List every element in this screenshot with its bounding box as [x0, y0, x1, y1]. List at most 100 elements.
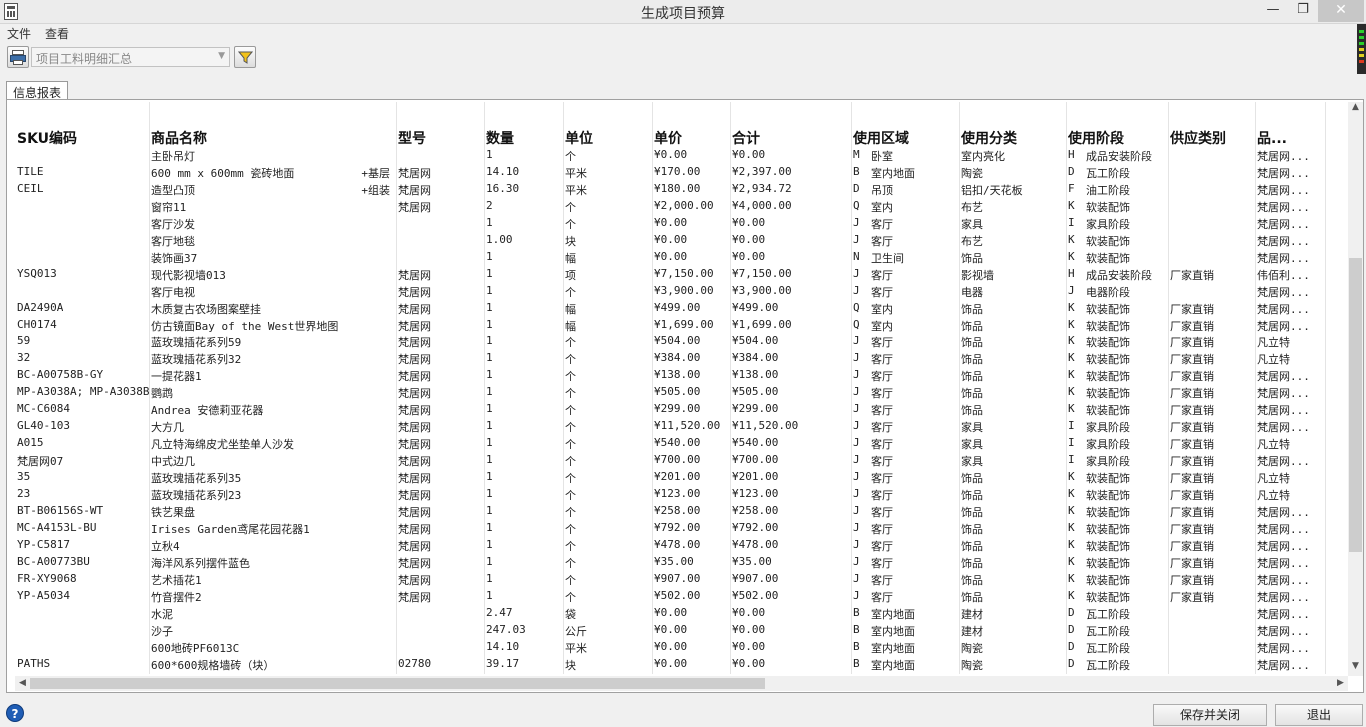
- table-row[interactable]: A015 凡立特海绵皮尤坐垫单人沙发 梵居网 1 个 ¥540.00 ¥540.00 J 客厅 家…: [15, 435, 1346, 452]
- column-header[interactable]: 单位: [565, 128, 593, 148]
- table-cell: 家具阶段: [1086, 438, 1130, 452]
- scroll-left-icon[interactable]: ◀: [15, 676, 30, 691]
- column-header[interactable]: 数量: [486, 128, 514, 148]
- table-cell: 39.17: [486, 656, 520, 670]
- table-row[interactable]: GL40-103 大方几 梵居网 1 个 ¥11,520.00 ¥11,520.00 J 客厅 家…: [15, 418, 1346, 435]
- table-row[interactable]: 装饰画37 1 幅 ¥0.00 ¥0.00 N 卫生间 饰品 K 软装配饰 梵居网...: [15, 249, 1346, 266]
- table-row[interactable]: YP-C5817 立秋4 梵居网 1 个 ¥478.00 ¥478.00 J 客厅 饰品 K 软装配饰…: [15, 537, 1346, 554]
- column-header[interactable]: 使用区域: [853, 128, 909, 148]
- column-header[interactable]: SKU编码: [17, 128, 77, 148]
- vertical-scrollbar[interactable]: ▲ ▼: [1348, 102, 1363, 676]
- print-button[interactable]: [7, 46, 29, 68]
- table-cell: 个: [565, 505, 576, 519]
- table-cell: ¥540.00: [654, 436, 701, 450]
- table-row[interactable]: DA2490A 木质复古农场图案壁挂 梵居网 1 幅 ¥499.00 ¥499.00 Q 室内 饰…: [15, 300, 1346, 317]
- table-row[interactable]: 35 蓝玫瑰插花系列35 梵居网 1 个 ¥201.00 ¥201.00 J 客厅 饰品 K 软装配饰…: [15, 469, 1346, 486]
- table-row[interactable]: CEIL 造型凸顶 +组装 梵居网 16.30 平米 ¥180.00 ¥2,934.72 D 吊顶…: [15, 181, 1346, 198]
- horizontal-scroll-thumb[interactable]: [30, 678, 765, 689]
- table-row[interactable]: 600地砖PF6013C 14.10 平米 ¥0.00 ¥0.00 B 室内地面 陶瓷 D 瓦工阶…: [15, 639, 1346, 656]
- scroll-down-icon[interactable]: ▼: [1348, 661, 1363, 676]
- table-cell: 凡立特: [1257, 489, 1290, 502]
- table-row[interactable]: 沙子 247.03 公斤 ¥0.00 ¥0.00 B 室内地面 建材 D 瓦工阶段 梵居网...: [15, 622, 1346, 639]
- table-cell: ¥540.00: [732, 436, 779, 450]
- table-row[interactable]: 32 蓝玫瑰插花系列32 梵居网 1 个 ¥384.00 ¥384.00 J 客厅 饰品 K 软装配饰…: [15, 350, 1346, 367]
- table-row[interactable]: YSQ013 现代影视墙013 梵居网 1 项 ¥7,150.00 ¥7,150.00 J 客厅…: [15, 266, 1346, 283]
- table-cell: Q: [853, 198, 860, 212]
- table-cell: ¥299.00: [732, 402, 779, 416]
- table-cell: 1.00: [486, 232, 513, 246]
- table-row[interactable]: 水泥 2.47 袋 ¥0.00 ¥0.00 B 室内地面 建材 D 瓦工阶段 梵居网...: [15, 605, 1346, 622]
- table-cell: 海洋风系列摆件蓝色: [151, 556, 250, 570]
- table-cell: 个: [565, 285, 576, 299]
- table-row[interactable]: 窗帘11 梵居网 2 个 ¥2,000.00 ¥4,000.00 Q 室内 布艺 K 软装配饰 梵居网…: [15, 198, 1346, 215]
- minimize-button[interactable]: —: [1258, 0, 1288, 22]
- table-cell: 软装配饰: [1086, 573, 1130, 587]
- column-header[interactable]: 型号: [398, 128, 426, 148]
- report-type-select[interactable]: 项目工料明细汇总 ▼: [31, 47, 230, 67]
- table-row[interactable]: PATHS 600*600规格墙砖（块） 02780 39.17 块 ¥0.00 ¥0.00…: [15, 656, 1346, 673]
- table-row[interactable]: TILE 600 mm x 600mm 瓷砖地面 +基层 梵居网 14.10 平米 ¥170…: [15, 164, 1346, 181]
- table-cell: 梵居网...: [1257, 285, 1310, 299]
- title-bar: 生成项目预算 — ❐ ✕: [0, 0, 1366, 24]
- column-header[interactable]: 使用阶段: [1068, 128, 1124, 148]
- table-cell: I: [1068, 419, 1075, 433]
- table-cell: ¥700.00: [654, 453, 701, 467]
- table-cell: 600地砖PF6013C: [151, 641, 240, 655]
- scroll-up-icon[interactable]: ▲: [1348, 102, 1363, 117]
- tab-info-report[interactable]: 信息报表: [6, 81, 69, 100]
- table-cell: J: [853, 503, 860, 517]
- table-row[interactable]: YP-A5034 竹音摆件2 梵居网 1 个 ¥502.00 ¥502.00 J 客厅 饰品 K 软装…: [15, 588, 1346, 605]
- table-cell: ¥0.00: [654, 232, 688, 246]
- vertical-scroll-thumb[interactable]: [1349, 258, 1362, 552]
- table-cell: 瓦工阶段: [1086, 607, 1130, 621]
- table-cell: 梵居网: [398, 268, 431, 282]
- table-row[interactable]: MP-A3038A; MP-A3038B 鹦鹉 梵居网 1 个 ¥505.00 ¥505.0…: [15, 384, 1346, 401]
- table-row[interactable]: 59 蓝玫瑰插花系列59 梵居网 1 个 ¥504.00 ¥504.00 J 客厅 饰品 K 软装配饰…: [15, 333, 1346, 350]
- table-cell: 梵居网...: [1257, 556, 1310, 570]
- table-cell: 袋: [565, 607, 576, 621]
- table-cell: 瓦工阶段: [1086, 658, 1130, 672]
- table-cell: 软装配饰: [1086, 387, 1130, 401]
- table-row[interactable]: 客厅电视 梵居网 1 个 ¥3,900.00 ¥3,900.00 J 客厅 电器 J 电器阶段 梵居网…: [15, 283, 1346, 300]
- table-row[interactable]: BC-A00773BU 海洋风系列摆件蓝色 梵居网 1 个 ¥35.00 ¥35.00 J 客厅…: [15, 554, 1346, 571]
- table-row[interactable]: 客厅地毯 1.00 块 ¥0.00 ¥0.00 J 客厅 布艺 K 软装配饰 梵居网...: [15, 232, 1346, 249]
- exit-button[interactable]: 退出: [1275, 704, 1363, 726]
- close-button[interactable]: ✕: [1318, 0, 1364, 22]
- table-cell: 软装配饰: [1086, 489, 1130, 502]
- restore-button[interactable]: ❐: [1288, 0, 1318, 22]
- column-header[interactable]: 品...: [1257, 128, 1287, 148]
- table-cell: ¥478.00: [654, 537, 701, 551]
- table-row[interactable]: 客厅沙发 1 个 ¥0.00 ¥0.00 J 客厅 家具 I 家具阶段 梵居网...: [15, 215, 1346, 232]
- table-cell: 梵居网...: [1257, 387, 1310, 401]
- table-row[interactable]: BT-B06156S-WT 铁艺果盘 梵居网 1 个 ¥258.00 ¥258.00 J 客厅 饰…: [15, 503, 1346, 520]
- table-row[interactable]: BC-A00758B-GY 一提花器1 梵居网 1 个 ¥138.00 ¥138.00 J 客厅…: [15, 367, 1346, 384]
- menu-view[interactable]: 查看: [45, 25, 69, 42]
- scroll-right-icon[interactable]: ▶: [1333, 676, 1348, 691]
- filter-button[interactable]: [234, 46, 256, 68]
- column-header[interactable]: 使用分类: [961, 128, 1017, 148]
- table-cell: ¥138.00: [732, 368, 779, 382]
- table-cell: 2: [486, 198, 493, 212]
- column-header[interactable]: 单价: [654, 128, 682, 148]
- table-cell: 饰品: [961, 472, 983, 486]
- window-title: 生成项目预算: [641, 6, 725, 22]
- column-header[interactable]: 供应类别: [1170, 128, 1226, 148]
- menu-file[interactable]: 文件: [7, 25, 31, 42]
- help-button[interactable]: ?: [6, 704, 24, 722]
- table-row[interactable]: 23 蓝玫瑰插花系列23 梵居网 1 个 ¥123.00 ¥123.00 J 客厅 饰品 K 软装配饰…: [15, 486, 1346, 503]
- table-cell: 陶瓷: [961, 166, 983, 180]
- table-cell: 厂家直销: [1170, 556, 1214, 570]
- table-row[interactable]: CH0174 仿古镜面Bay of the West世界地图 梵居网 1 幅 ¥1,699…: [15, 317, 1346, 334]
- table-row[interactable]: MC-C6084 Andrea 安德莉亚花器 梵居网 1 个 ¥299.00 ¥299.00…: [15, 401, 1346, 418]
- horizontal-scrollbar[interactable]: ◀ ▶: [15, 676, 1348, 691]
- table-row[interactable]: 梵居网07 中式边几 梵居网 1 个 ¥700.00 ¥700.00 J 客厅 家具 I 家具阶段 厂家…: [15, 452, 1346, 469]
- column-header[interactable]: 合计: [732, 128, 760, 148]
- save-close-button[interactable]: 保存并关闭: [1153, 704, 1267, 726]
- table-cell: 1: [486, 436, 493, 450]
- table-cell: 梵居网: [398, 573, 431, 587]
- table-row[interactable]: MC-A4153L-BU Irises Garden鸢尾花园花器1 梵居网 1 个 ¥79…: [15, 520, 1346, 537]
- table-cell: 室内亮化: [961, 150, 1005, 163]
- column-header[interactable]: 商品名称: [151, 128, 207, 148]
- table-row[interactable]: 主卧吊灯 1 个 ¥0.00 ¥0.00 M 卧室 室内亮化 H 成品安装阶段 梵居网...: [15, 147, 1346, 164]
- table-row[interactable]: FR-XY9068 艺术插花1 梵居网 1 个 ¥907.00 ¥907.00 J 客厅 饰品 K 软…: [15, 571, 1346, 588]
